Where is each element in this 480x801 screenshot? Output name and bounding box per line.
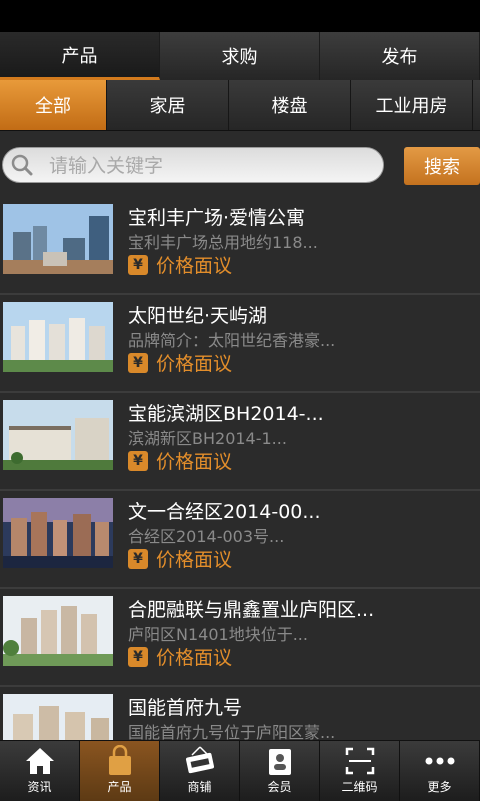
yen-icon: ¥ xyxy=(128,352,148,373)
listing-thumbnail xyxy=(3,596,113,666)
yen-icon: ¥ xyxy=(128,646,148,667)
search-row: 请输入关键字 搜索 xyxy=(0,131,480,197)
price-text: 价格面议 xyxy=(156,451,233,473)
category-tab-property[interactable]: 楼盘 xyxy=(229,80,351,130)
category-tab-industrial[interactable]: 工业用房 xyxy=(351,80,473,130)
open-sign-icon xyxy=(185,746,214,774)
qr-scan-icon xyxy=(345,747,374,775)
listing-description: 滨湖新区BH2014-1... xyxy=(128,429,287,448)
tab-publish[interactable]: 发布 xyxy=(320,32,480,80)
nav-label: 资讯 xyxy=(27,780,52,794)
list-item[interactable]: 合肥融联与鼎鑫置业庐阳区... 庐阳区N1401地块位于... ¥ 价格面议 xyxy=(0,589,480,687)
top-tab-bar: 产品 求购 发布 xyxy=(0,32,480,81)
nav-label: 二维码 xyxy=(341,780,378,794)
list-item[interactable]: 国能首府九号 国能首府九号位于庐阳区蒙... xyxy=(0,687,480,740)
search-input[interactable]: 请输入关键字 xyxy=(2,147,384,183)
bottom-nav: 资讯 产品 商铺 会员 二维码 更多 xyxy=(0,740,480,801)
nav-label: 商铺 xyxy=(187,780,212,794)
category-tab-bar: 全部 家居 楼盘 工业用房 xyxy=(0,80,480,131)
listing-price: ¥ 价格面议 xyxy=(128,545,232,572)
shopping-bag-icon xyxy=(108,745,131,775)
listing-title: 宝能滨湖区BH2014-... xyxy=(128,403,324,425)
tab-products[interactable]: 产品 xyxy=(0,32,160,80)
yen-icon: ¥ xyxy=(128,450,148,471)
listing-price: ¥ 价格面议 xyxy=(128,251,232,278)
nav-item-qrcode[interactable]: 二维码 xyxy=(320,741,400,801)
search-button[interactable]: 搜索 xyxy=(404,147,480,185)
price-text: 价格面议 xyxy=(156,647,233,669)
listing-description: 品牌简介：太阳世纪香港豪... xyxy=(128,331,336,350)
nav-item-news[interactable]: 资讯 xyxy=(0,741,80,801)
nav-item-products[interactable]: 产品 xyxy=(80,741,160,801)
category-tab-home[interactable]: 家居 xyxy=(107,80,229,130)
listing-thumbnail xyxy=(3,400,113,470)
category-tab-all[interactable]: 全部 xyxy=(0,80,107,130)
listing-thumbnail xyxy=(3,204,113,274)
listing-price: ¥ 价格面议 xyxy=(128,643,232,670)
list-item[interactable]: 宝能滨湖区BH2014-... 滨湖新区BH2014-1... ¥ 价格面议 xyxy=(0,393,480,491)
listing-title: 国能首府九号 xyxy=(128,697,243,719)
nav-label: 产品 xyxy=(107,780,132,794)
member-card-icon xyxy=(268,749,291,775)
yen-icon: ¥ xyxy=(128,254,148,275)
price-text: 价格面议 xyxy=(156,549,233,571)
price-text: 价格面议 xyxy=(156,255,233,277)
price-text: 价格面议 xyxy=(156,353,233,375)
listing-description: 宝利丰广场总用地约118... xyxy=(128,233,318,252)
listing-price: ¥ 价格面议 xyxy=(128,349,232,376)
nav-label: 更多 xyxy=(427,780,452,794)
list-item[interactable]: 太阳世纪·天屿湖 品牌简介：太阳世纪香港豪... ¥ 价格面议 xyxy=(0,295,480,393)
listing-price: ¥ 价格面议 xyxy=(128,447,232,474)
yen-icon: ¥ xyxy=(128,548,148,569)
search-placeholder: 请输入关键字 xyxy=(49,155,164,177)
search-icon xyxy=(11,154,33,176)
listing-thumbnail xyxy=(3,694,113,740)
more-dots-icon xyxy=(425,757,454,765)
nav-item-members[interactable]: 会员 xyxy=(240,741,320,801)
home-icon xyxy=(25,748,54,774)
listing-description: 合经区2014-003号... xyxy=(128,527,285,546)
status-bar xyxy=(0,0,480,32)
nav-item-shops[interactable]: 商铺 xyxy=(160,741,240,801)
listing-description: 国能首府九号位于庐阳区蒙... xyxy=(128,723,336,740)
tab-wanted[interactable]: 求购 xyxy=(160,32,320,80)
list-item[interactable]: 文一合经区2014-00... 合经区2014-003号... ¥ 价格面议 xyxy=(0,491,480,589)
listing-thumbnail xyxy=(3,302,113,372)
listing-description: 庐阳区N1401地块位于... xyxy=(128,625,308,644)
listing-thumbnail xyxy=(3,498,113,568)
listing-title: 宝利丰广场·爱情公寓 xyxy=(128,207,306,229)
listing-title: 太阳世纪·天屿湖 xyxy=(128,305,268,327)
nav-label: 会员 xyxy=(267,780,292,794)
list-item[interactable]: 宝利丰广场·爱情公寓 宝利丰广场总用地约118... ¥ 价格面议 xyxy=(0,197,480,295)
listing-list: 宝利丰广场·爱情公寓 宝利丰广场总用地约118... ¥ 价格面议 太阳世纪·天… xyxy=(0,197,480,740)
listing-title: 合肥融联与鼎鑫置业庐阳区... xyxy=(128,599,375,621)
listing-title: 文一合经区2014-00... xyxy=(128,501,321,523)
nav-item-more[interactable]: 更多 xyxy=(400,741,480,801)
